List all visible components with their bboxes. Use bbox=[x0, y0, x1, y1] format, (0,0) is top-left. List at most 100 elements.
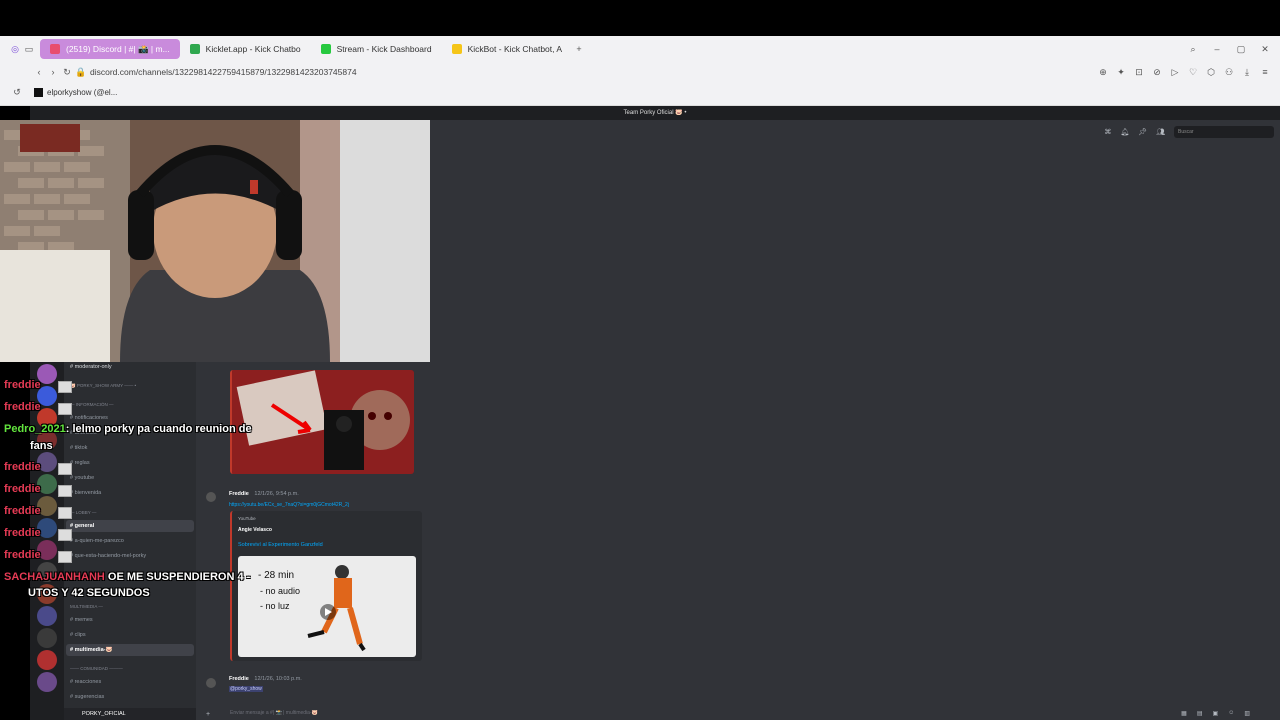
mention[interactable]: @porky_show bbox=[229, 686, 263, 692]
author-avatar[interactable] bbox=[206, 678, 216, 688]
embed-title[interactable]: Sobreviví al Experimento Ganzfeld bbox=[238, 542, 323, 548]
channel-tiktok[interactable]: # tiktok bbox=[70, 445, 87, 451]
embed-thumbnail[interactable]: - 28 min - no audio - no luz bbox=[238, 556, 416, 657]
puzzle-icon[interactable]: ⬡ bbox=[1204, 65, 1218, 79]
tab-label: (2519) Discord | #| 📸 | m... bbox=[66, 43, 170, 54]
gif-icon[interactable]: ▤ bbox=[1197, 710, 1203, 717]
bell-icon[interactable]: 🔔︎ bbox=[1120, 128, 1129, 136]
threads-icon[interactable]: ⌘ bbox=[1104, 128, 1111, 136]
video-thumbnail-top[interactable] bbox=[230, 370, 414, 474]
tab-list-icon[interactable]: ▭ bbox=[22, 42, 36, 56]
youtube-embed: YouTube Angie Velasco Sobreviví al Exper… bbox=[230, 511, 422, 661]
category-informacion[interactable]: — INFORMACIÓN — bbox=[70, 402, 114, 407]
message-composer[interactable]: Enviar mensaje a #| 📸 | multimedia-🐷 bbox=[200, 710, 1270, 720]
embed-provider: YouTube bbox=[238, 516, 256, 521]
history-icon[interactable]: ↺ bbox=[10, 85, 24, 99]
menu-icon[interactable]: ≡ bbox=[1258, 65, 1272, 79]
server-icon[interactable] bbox=[37, 672, 57, 692]
channel-reacciones[interactable]: # reacciones bbox=[70, 679, 101, 685]
chat-avatar bbox=[58, 485, 72, 497]
reload-icon[interactable]: ↻ bbox=[60, 65, 74, 79]
message-author[interactable]: Freddie 12/1/26, 9:54 p.m. bbox=[229, 491, 299, 497]
tiktok-favicon-icon bbox=[34, 87, 43, 97]
forward-icon[interactable]: › bbox=[46, 65, 60, 79]
download-icon[interactable]: ⤓ bbox=[1240, 65, 1254, 79]
channel-notificaciones[interactable]: # notificaciones bbox=[70, 415, 108, 421]
tab-kicklet[interactable]: Kicklet.app - Kick Chatbo bbox=[180, 39, 311, 59]
webcam-overlay bbox=[0, 120, 430, 362]
channel-list: # moderator-only 🐷 PORKY_SHOW ARMY —— • … bbox=[64, 360, 196, 720]
user-panel[interactable]: PORKY_OFICIAL bbox=[64, 708, 196, 720]
chat-message: SACHAJUANHANH OE ME SUSPENDIERON 4 - bbox=[4, 571, 251, 583]
category-multimedia[interactable]: MULTIMEDIA — bbox=[70, 604, 103, 609]
message-author[interactable]: Freddie 12/1/26, 10:03 p.m. bbox=[229, 676, 302, 682]
person-figure-art bbox=[307, 565, 366, 652]
channel-reglas[interactable]: # reglas bbox=[70, 460, 90, 466]
horror-thumbnail-art bbox=[232, 370, 414, 474]
channel-bienvenida[interactable]: # bienvenida bbox=[70, 490, 101, 496]
category-porky-army[interactable]: 🐷 PORKY_SHOW ARMY —— • bbox=[70, 383, 136, 389]
play-icon[interactable]: ▷ bbox=[1168, 65, 1182, 79]
tab-label: KickBot - Kick Chatbot, A bbox=[467, 44, 563, 54]
back-icon[interactable]: ‹ bbox=[32, 65, 46, 79]
server-icon[interactable] bbox=[37, 650, 57, 670]
server-icon[interactable] bbox=[37, 606, 57, 626]
search-icon[interactable]: ⌕ bbox=[1186, 42, 1200, 56]
chat-message: freddie bbox=[4, 549, 41, 561]
gift-icon[interactable]: ▦ bbox=[1181, 710, 1187, 717]
message-link[interactable]: https://youtu.be/ECx_se_7naQ?si=gm0jGCmo… bbox=[229, 502, 349, 508]
add-attachment-icon[interactable]: + bbox=[206, 711, 210, 718]
message-timestamp: 12/1/26, 9:54 p.m. bbox=[254, 491, 299, 497]
channel-moderator-only[interactable]: # moderator-only bbox=[70, 364, 112, 370]
channel-general[interactable]: # general bbox=[70, 523, 94, 529]
chat-message: freddie bbox=[4, 505, 41, 517]
apps-icon[interactable]: ▥ bbox=[1244, 710, 1250, 717]
server-icon[interactable] bbox=[37, 628, 57, 648]
kickbot-favicon-icon bbox=[451, 44, 462, 54]
embed-author[interactable]: Angie Velasco bbox=[238, 527, 272, 533]
maximize-icon[interactable]: ▢ bbox=[1234, 42, 1248, 56]
channel-sugerencias[interactable]: # sugerencias bbox=[70, 694, 104, 700]
tab-kickbot[interactable]: KickBot - Kick Chatbot, A bbox=[442, 39, 572, 59]
block-icon[interactable]: ⊘ bbox=[1150, 65, 1164, 79]
channel-a-quien-me-parezco[interactable]: # a-quien-me-parezco bbox=[70, 538, 124, 544]
channel-multimedia[interactable]: # multimedia-🐷 bbox=[70, 647, 112, 653]
channel-memes[interactable]: # memes bbox=[70, 617, 93, 623]
chat-avatar bbox=[58, 463, 72, 475]
category-lobby[interactable]: — LOBBY — bbox=[70, 510, 96, 515]
chat-avatar bbox=[58, 551, 72, 563]
account-icon[interactable]: ⚇ bbox=[1222, 65, 1236, 79]
author-avatar[interactable] bbox=[206, 492, 216, 502]
channel-que-esta-haciendo[interactable]: # que-esta-haciendo-mel-porky bbox=[70, 553, 146, 559]
bookmark-elporkyshow[interactable]: elporkyshow (@el... bbox=[47, 88, 117, 97]
browser-logo-icon[interactable]: ◎ bbox=[8, 42, 22, 56]
channel-youtube[interactable]: # youtube bbox=[70, 475, 94, 481]
emoji-icon[interactable]: ☺ bbox=[1228, 710, 1234, 717]
screen: ◎ ▭ (2519) Discord | #| 📸 | m... Kicklet… bbox=[0, 0, 1280, 720]
chat-message-continuation: UTOS Y 42 SEGUNDOS bbox=[28, 587, 150, 599]
extension-icon[interactable]: ✦ bbox=[1114, 65, 1128, 79]
url-field[interactable]: discord.com/channels/1322981422759415879… bbox=[90, 67, 357, 77]
members-icon[interactable]: 👥︎ bbox=[1156, 128, 1165, 136]
chat-message: freddie bbox=[4, 379, 41, 391]
zoom-icon[interactable]: ⊕ bbox=[1096, 65, 1110, 79]
new-tab-icon[interactable]: + bbox=[572, 42, 586, 56]
channel-clips[interactable]: # clips bbox=[70, 632, 86, 638]
search-input[interactable]: Buscar bbox=[1174, 126, 1274, 138]
tab-kick-dashboard[interactable]: Stream - Kick Dashboard bbox=[311, 39, 442, 59]
screenshot-icon[interactable]: ⊡ bbox=[1132, 65, 1146, 79]
bookmarks-bar: ↺ elporkyshow (@el... bbox=[0, 84, 117, 100]
sticker-icon[interactable]: ▣ bbox=[1213, 710, 1219, 717]
webcam-feed-image bbox=[0, 120, 430, 362]
chat-avatar bbox=[58, 381, 72, 393]
heart-icon[interactable]: ♡ bbox=[1186, 65, 1200, 79]
pin-icon[interactable]: 📌︎ bbox=[1138, 128, 1147, 136]
minimize-icon[interactable]: – bbox=[1210, 42, 1224, 56]
category-comunidad[interactable]: —— COMUNIDAD ——— bbox=[70, 666, 123, 671]
chat-message: freddie bbox=[4, 461, 41, 473]
chat-message: freddie bbox=[4, 483, 41, 495]
close-icon[interactable]: ✕ bbox=[1258, 42, 1272, 56]
tab-label: Stream - Kick Dashboard bbox=[336, 44, 432, 54]
tab-discord[interactable]: (2519) Discord | #| 📸 | m... bbox=[40, 39, 180, 59]
discord-favicon-icon bbox=[50, 44, 60, 54]
